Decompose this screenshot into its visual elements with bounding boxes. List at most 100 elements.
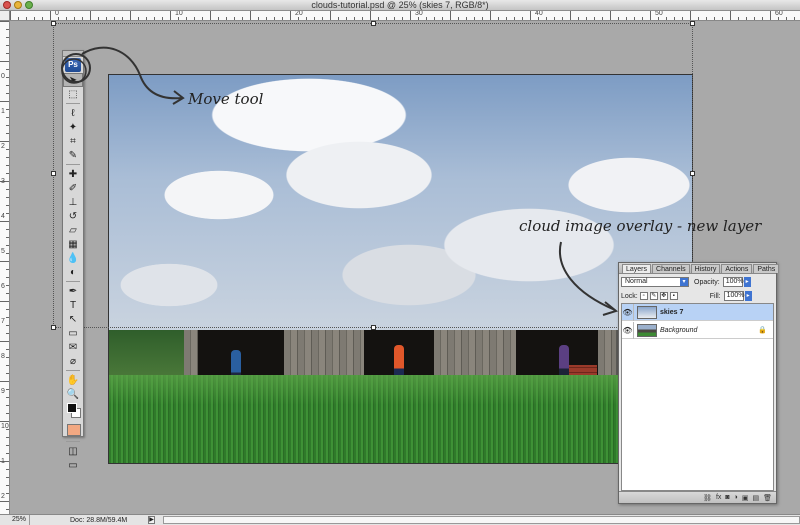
ruler-tick xyxy=(274,17,275,20)
ruler-tick xyxy=(6,69,9,70)
foreground-color-swatch[interactable] xyxy=(67,403,77,413)
magic-wand-tool-icon[interactable]: ✦ xyxy=(63,120,83,134)
ruler-tick xyxy=(778,17,779,20)
brush-tool-icon[interactable]: ✐ xyxy=(63,181,83,195)
transform-handle[interactable] xyxy=(51,171,56,176)
stamp-tool-icon[interactable]: ⊥ xyxy=(63,195,83,209)
ruler-number: 3 xyxy=(1,178,5,185)
fill-slider-arrow-icon[interactable]: ▸ xyxy=(744,291,752,301)
lock-position-icon[interactable]: ✥ xyxy=(659,292,668,300)
screen-mode-icon[interactable]: ▭ xyxy=(63,458,83,472)
crop-tool-icon[interactable]: ⌗ xyxy=(63,134,83,148)
opacity-slider-arrow-icon[interactable]: ▸ xyxy=(743,277,751,287)
title-bar: clouds-tutorial.psd @ 25% (skies 7, RGB/… xyxy=(0,0,800,11)
ruler-tick xyxy=(6,29,9,30)
eye-icon[interactable]: 👁 xyxy=(622,321,634,339)
ruler-tick xyxy=(242,17,243,20)
ruler-tick xyxy=(490,11,491,20)
zoom-level[interactable]: 25% xyxy=(0,515,30,525)
ruler-tick xyxy=(346,17,347,20)
blend-mode-select[interactable]: Normal ▾ xyxy=(621,277,689,287)
new-group-icon[interactable]: ▣ xyxy=(742,494,749,502)
ruler-tick xyxy=(6,437,9,438)
ruler-tick xyxy=(6,333,9,334)
link-layers-icon[interactable]: ⛓ xyxy=(703,494,712,502)
ruler-tick xyxy=(154,17,155,20)
hand-tool-icon[interactable]: ✋ xyxy=(63,373,83,387)
layer-mask-icon[interactable]: ◙ xyxy=(725,494,729,501)
ruler-tick xyxy=(570,11,571,20)
eyedropper-tool-icon[interactable]: ✎ xyxy=(63,148,83,162)
layer-row-background[interactable]: 👁 Background 🔒 xyxy=(622,321,773,339)
ruler-tick xyxy=(50,11,51,20)
ruler-tick xyxy=(74,17,75,20)
fill-input[interactable]: 100% xyxy=(723,291,745,301)
ruler-tick xyxy=(322,17,323,20)
ruler-tick xyxy=(6,205,9,206)
ruler-tick xyxy=(186,17,187,20)
panel-tab-bar: Layers Channels History Actions Paths xyxy=(619,263,780,274)
healing-tool-icon[interactable]: ✚ xyxy=(63,167,83,181)
ruler-corner[interactable] xyxy=(0,11,10,21)
lock-all-icon[interactable]: ▪ xyxy=(669,292,678,300)
ruler-tick xyxy=(6,365,9,366)
eye-icon[interactable]: 👁 xyxy=(622,303,634,321)
ruler-tick xyxy=(18,17,19,20)
ruler-tick xyxy=(6,325,9,326)
transform-handle[interactable] xyxy=(371,21,376,26)
pen-tool-icon[interactable]: ✒ xyxy=(63,284,83,298)
ruler-tick xyxy=(42,17,43,20)
transform-handle[interactable] xyxy=(690,21,695,26)
lock-pixels-icon[interactable]: ✎ xyxy=(649,292,658,300)
status-menu-arrow-icon[interactable]: ▶ xyxy=(148,516,155,524)
tab-layers[interactable]: Layers xyxy=(622,264,652,273)
fill-label: Fill: xyxy=(709,292,721,300)
ruler-tick xyxy=(618,17,619,20)
opacity-input[interactable]: 100% xyxy=(722,277,744,287)
new-layer-icon[interactable]: ▤ xyxy=(752,494,759,502)
ruler-tick xyxy=(0,101,9,102)
path-selection-tool-icon[interactable]: ↖ xyxy=(63,312,83,326)
zoom-tool-icon[interactable]: 🔍 xyxy=(63,387,83,401)
horizontal-ruler[interactable]: 0 10 20 30 40 50 60 xyxy=(10,11,800,21)
color-swatches xyxy=(63,401,83,423)
eyedropper2-tool-icon[interactable]: ⌀ xyxy=(63,354,83,368)
tab-paths[interactable]: Paths xyxy=(753,264,780,273)
quick-mask-icon[interactable]: ◫ xyxy=(63,444,83,458)
tab-history[interactable]: History xyxy=(690,264,721,273)
tab-actions[interactable]: Actions xyxy=(721,264,753,273)
history-brush-tool-icon[interactable]: ↺ xyxy=(63,209,83,223)
ruler-tick xyxy=(90,11,91,20)
fx-icon[interactable]: fx xyxy=(716,494,721,501)
ruler-tick xyxy=(690,11,691,20)
horizontal-scrollbar[interactable] xyxy=(163,516,800,524)
adjustment-layer-icon[interactable]: ◑ xyxy=(734,494,738,501)
ruler-tick xyxy=(594,17,595,20)
eraser-tool-icon[interactable]: ▱ xyxy=(63,223,83,237)
ruler-tick xyxy=(362,17,363,20)
lock-transparent-icon[interactable]: ▫ xyxy=(639,292,648,300)
transform-handle[interactable] xyxy=(51,325,56,330)
notes-tool-icon[interactable]: ✉ xyxy=(63,340,83,354)
ruler-tick xyxy=(522,17,523,20)
ruler-tick xyxy=(66,17,67,20)
gradient-tool-icon[interactable]: ▦ xyxy=(63,237,83,251)
ruler-number: 8 xyxy=(1,353,5,360)
vertical-ruler[interactable]: 0 1 2 3 4 5 6 7 8 9 10 1 2 xyxy=(0,21,10,514)
layer-row-skies-7[interactable]: 👁 skies 7 xyxy=(622,303,773,321)
ruler-tick xyxy=(0,141,9,142)
shape-tool-icon[interactable]: ▭ xyxy=(63,326,83,340)
layer-thumbnail xyxy=(637,323,657,337)
ruler-tick xyxy=(6,117,9,118)
tab-channels[interactable]: Channels xyxy=(652,264,690,273)
ruler-tick xyxy=(194,17,195,20)
dodge-tool-icon[interactable]: ◐ xyxy=(63,265,83,279)
type-tool-icon[interactable]: T xyxy=(63,298,83,312)
transform-handle[interactable] xyxy=(51,21,56,26)
layer-list: 👁 skies 7 👁 Background 🔒 xyxy=(621,303,774,491)
grass-highlight xyxy=(109,375,692,405)
trash-icon[interactable]: 🗑 xyxy=(763,494,772,502)
blur-tool-icon[interactable]: 💧 xyxy=(63,251,83,265)
color-chip[interactable] xyxy=(67,424,81,436)
cloud-overlay-annotation-arrow xyxy=(559,241,619,316)
